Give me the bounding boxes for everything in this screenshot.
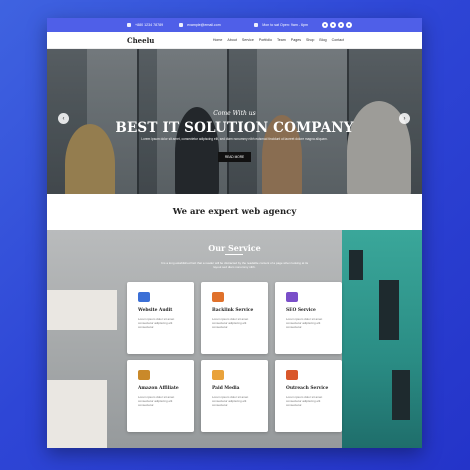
- card-text: Lorem ipsum dolor sit amet consectetur a…: [212, 395, 249, 407]
- nav-item-team[interactable]: Team: [277, 38, 286, 42]
- card-text: Lorem ipsum dolor sit amet consectetur a…: [212, 317, 249, 329]
- nav-item-pages[interactable]: Pages: [291, 38, 301, 42]
- phone-icon: [127, 23, 131, 27]
- service-card-amazon-affiliate[interactable]: Amazon Affiliate Lorem ipsum dolor sit a…: [127, 360, 194, 432]
- hero-headline: BEST IT SOLUTION COMPANY: [115, 120, 354, 136]
- main-nav: Cheelu Home About Service Portfolio Team…: [47, 32, 422, 49]
- nav-item-blog[interactable]: Blog: [319, 38, 326, 42]
- nav-item-service[interactable]: Service: [242, 38, 254, 42]
- service-title: Our Service: [208, 243, 261, 253]
- affiliate-icon: [138, 370, 150, 380]
- service-card-outreach[interactable]: Outreach Service Lorem ipsum dolor sit a…: [275, 360, 342, 432]
- card-title: Paid Media: [212, 386, 240, 391]
- top-bar: +880 1234 78789 example@email.com Mon to…: [47, 18, 422, 32]
- service-card-website-audit[interactable]: Website Audit Lorem ipsum dolor sit amet…: [127, 282, 194, 354]
- card-title: Website Audit: [138, 308, 173, 313]
- card-title: Amazon Affiliate: [138, 386, 179, 391]
- nav-item-shop[interactable]: Shop: [306, 38, 314, 42]
- card-text: Lorem ipsum dolor sit amet consectetur a…: [286, 395, 323, 407]
- read-more-button[interactable]: READ MORE: [218, 152, 251, 162]
- chevron-left-icon[interactable]: ‹: [58, 113, 69, 124]
- nav-menu: Home About Service Portfolio Team Pages …: [213, 38, 344, 42]
- twitter-icon[interactable]: [330, 22, 336, 28]
- hero-subtext: Lorem ipsum dolor sit amet, consectetur …: [141, 137, 328, 141]
- hero-script: Come With us: [213, 110, 256, 117]
- website-preview: +880 1234 78789 example@email.com Mon to…: [47, 18, 422, 448]
- nav-item-contact[interactable]: Contact: [332, 38, 344, 42]
- nav-item-home[interactable]: Home: [213, 38, 223, 42]
- monitor-icon: [138, 292, 150, 302]
- service-description: It is a long established fact that a rea…: [160, 261, 309, 269]
- media-icon: [212, 370, 224, 380]
- link-icon: [212, 292, 224, 302]
- expert-title: We are expert web agency: [172, 207, 297, 217]
- facebook-icon[interactable]: [322, 22, 328, 28]
- card-title: Backlink Service: [212, 308, 254, 313]
- nav-item-about[interactable]: About: [227, 38, 236, 42]
- hero-slider: Come With us BEST IT SOLUTION COMPANY Lo…: [47, 49, 422, 194]
- expert-section: We are expert web agency: [47, 194, 422, 230]
- site-logo[interactable]: Cheelu: [127, 36, 154, 45]
- clock-icon: [254, 23, 259, 27]
- card-text: Lorem ipsum dolor sit amet consectetur a…: [138, 395, 175, 407]
- service-card-paid-media[interactable]: Paid Media Lorem ipsum dolor sit amet co…: [201, 360, 268, 432]
- nav-item-portfolio[interactable]: Portfolio: [259, 38, 272, 42]
- card-text: Lorem ipsum dolor sit amet consectetur a…: [138, 317, 175, 329]
- phone-text[interactable]: +880 1234 78789: [135, 23, 163, 27]
- hours-text: Mon to sat Open: 9am - 6pm: [262, 23, 308, 27]
- linkedin-icon[interactable]: [338, 22, 344, 28]
- service-card-backlink[interactable]: Backlink Service Lorem ipsum dolor sit a…: [201, 282, 268, 354]
- instagram-icon[interactable]: [346, 22, 352, 28]
- card-text: Lorem ipsum dolor sit amet consectetur a…: [286, 317, 323, 329]
- hours-social: Mon to sat Open: 9am - 6pm: [254, 22, 352, 28]
- email-text[interactable]: example@email.com: [187, 23, 221, 27]
- seo-icon: [286, 292, 298, 302]
- service-card-seo[interactable]: SEO Service Lorem ipsum dolor sit amet c…: [275, 282, 342, 354]
- chevron-right-icon[interactable]: ›: [399, 113, 410, 124]
- mail-icon: [179, 23, 184, 27]
- service-section: Our Service It is a long established fac…: [47, 230, 422, 448]
- outreach-icon: [286, 370, 298, 380]
- card-title: Outreach Service: [286, 386, 329, 391]
- card-title: SEO Service: [286, 308, 316, 313]
- contact-info: +880 1234 78789 example@email.com: [127, 23, 221, 27]
